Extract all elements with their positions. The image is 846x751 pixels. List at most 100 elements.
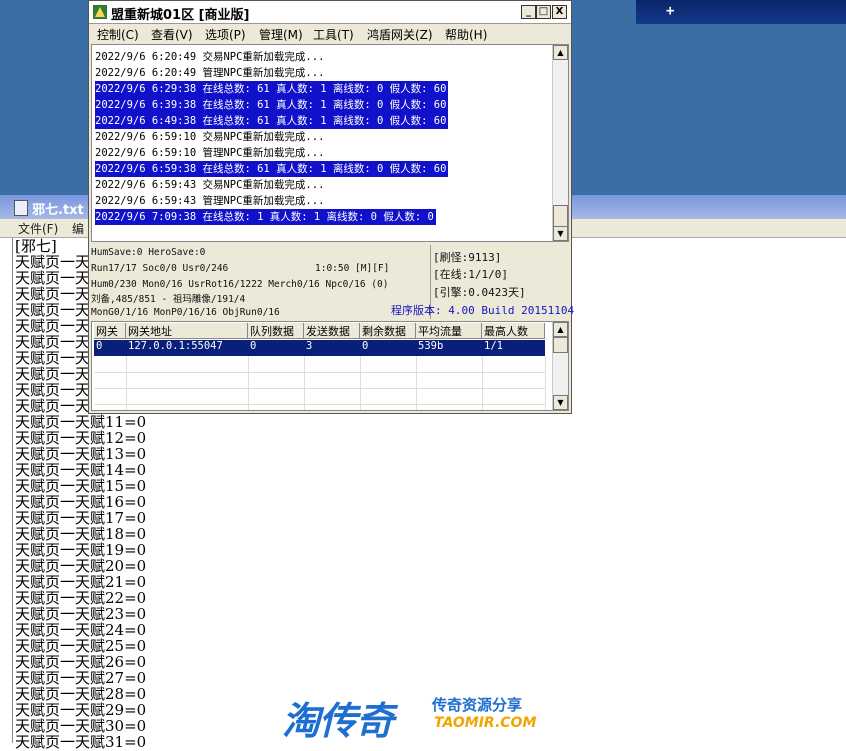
notepad-line: 天赋页一天赋15=0: [15, 477, 147, 495]
stat-save: HumSave:0 HeroSave:0: [91, 247, 206, 258]
notepad-line: 天赋页一天赋27=0: [15, 669, 147, 687]
notepad-line: 天赋页一天赋11=0: [15, 413, 147, 431]
watermark-url: TAOMIR.COM: [434, 715, 537, 731]
cell-remaining[interactable]: 0: [360, 340, 368, 356]
notepad-line: 天赋页一天: [15, 349, 91, 367]
stat-player: 刘备,485/851 - 祖玛雕像/191/4: [91, 294, 246, 305]
program-version: 程序版本: 4.00 Build 20151104: [391, 304, 575, 317]
log-line: 2022/9/6 6:59:38 在线总数: 61 真人数: 1 离线数: 0 …: [95, 161, 449, 177]
app-logo-icon: [93, 5, 107, 19]
scroll-thumb[interactable]: [553, 205, 568, 227]
notepad-line: 天赋页一天赋29=0: [15, 701, 147, 719]
taskbar-strip[interactable]: +: [636, 0, 846, 24]
notepad-line: 天赋页一天赋28=0: [15, 685, 147, 703]
notepad-line: 天赋页一天: [15, 381, 91, 399]
stat-mon: MonG0/1/16 MonP0/16/16 ObjRun0/16: [91, 307, 280, 318]
notepad-line: 天赋页一天赋12=0: [15, 429, 147, 447]
col-remaining[interactable]: 剩余数据: [360, 323, 416, 339]
col-gateway[interactable]: 网关: [94, 323, 126, 339]
menu-tools[interactable]: 工具(T): [313, 26, 354, 43]
col-sent[interactable]: 发送数据: [304, 323, 360, 339]
gateway-table[interactable]: 网关 网关地址 队列数据 发送数据 剩余数据 平均流量 最高人数 0 127.0…: [91, 321, 569, 411]
taskbar-plus-icon[interactable]: +: [666, 3, 674, 19]
stat-run: Run17/17 Soc0/0 Usr0/246: [91, 263, 229, 274]
menu-view[interactable]: 查看(V): [151, 26, 193, 43]
notepad-line: 天赋页一天: [15, 397, 91, 415]
log-panel[interactable]: 2022/9/6 6:20:49 交易NPC重新加载完成... 2022/9/6 …: [91, 44, 569, 242]
window-titlebar[interactable]: 盟重新城01区 [商业版] _ □ X: [89, 1, 571, 24]
col-address[interactable]: 网关地址: [126, 323, 248, 339]
notepad-line: 天赋页一天: [15, 301, 91, 319]
notepad-icon: [14, 200, 28, 216]
notepad-line: 天赋页一天: [15, 253, 91, 271]
cell-gateway[interactable]: 0: [94, 340, 102, 356]
notepad-title: 邪七.txt: [32, 203, 84, 218]
notepad-line: 天赋页一天: [15, 333, 91, 351]
server-window: 盟重新城01区 [商业版] _ □ X 控制(C) 查看(V) 选项(P) 管理…: [88, 0, 575, 414]
window-title: 盟重新城01区 [商业版]: [111, 8, 250, 23]
notepad-line: 天赋页一天: [15, 317, 91, 335]
log-line: 2022/9/6 6:49:38 在线总数: 61 真人数: 1 离线数: 0 …: [95, 113, 449, 129]
minimize-button[interactable]: _: [521, 5, 536, 19]
scroll-down-icon[interactable]: ▼: [553, 226, 568, 241]
log-line: 2022/9/6 6:59:43 管理NPC重新加载完成...: [95, 195, 325, 207]
notepad-line: 天赋页一天赋25=0: [15, 637, 147, 655]
grid-line: [94, 404, 545, 405]
notepad-line: 天赋页一天赋23=0: [15, 605, 147, 623]
notepad-line: 天赋页一天赋13=0: [15, 445, 147, 463]
scroll-up-icon[interactable]: ▲: [553, 45, 568, 60]
notepad-line: 天赋页一天赋26=0: [15, 653, 147, 671]
notepad-line: 天赋页一天赋14=0: [15, 461, 147, 479]
watermark: 淘传奇 传奇资源分享 TAOMIR.COM: [282, 690, 572, 743]
notepad-line: 天赋页一天赋31=0: [15, 733, 147, 751]
log-line: 2022/9/6 6:29:38 在线总数: 61 真人数: 1 离线数: 0 …: [95, 81, 449, 97]
log-line: 2022/9/6 6:39:38 在线总数: 61 真人数: 1 离线数: 0 …: [95, 97, 449, 113]
notepad-line: 天赋页一天赋24=0: [15, 621, 147, 639]
scroll-thumb[interactable]: [553, 337, 568, 353]
desktop-background: [0, 0, 88, 195]
grid-line: [94, 372, 545, 373]
notepad-line: 天赋页一天: [15, 269, 91, 287]
col-avg-traffic[interactable]: 平均流量: [416, 323, 482, 339]
notepad-line: 天赋页一天赋18=0: [15, 525, 147, 543]
cell-queue[interactable]: 0: [248, 340, 256, 356]
col-queue[interactable]: 队列数据: [248, 323, 304, 339]
notepad-menu-edit[interactable]: 编: [72, 220, 84, 237]
cell-sent[interactable]: 3: [304, 340, 312, 356]
menubar: 控制(C) 查看(V) 选项(P) 管理(M) 工具(T) 鸿盾网关(Z) 帮助…: [89, 23, 571, 43]
menu-help[interactable]: 帮助(H): [445, 26, 487, 43]
menu-gateway[interactable]: 鸿盾网关(Z): [367, 26, 433, 43]
grid-line: [545, 356, 546, 410]
log-scrollbar[interactable]: ▲ ▼: [552, 45, 568, 241]
log-line: 2022/9/6 6:20:49 交易NPC重新加载完成...: [95, 51, 325, 63]
desktop-background-right: [572, 0, 846, 205]
notepad-line: [邪七]: [15, 237, 57, 255]
stat-online: [在线:1/1/0]: [433, 268, 508, 281]
menu-options[interactable]: 选项(P): [205, 26, 246, 43]
log-line: 2022/9/6 6:59:43 交易NPC重新加载完成...: [95, 179, 325, 191]
log-line: 2022/9/6 6:59:10 管理NPC重新加载完成...: [95, 147, 325, 159]
close-button[interactable]: X: [552, 5, 567, 19]
grid-line: [248, 356, 249, 410]
stat-uptime: 1:0:50 [M][F]: [315, 263, 390, 274]
menu-manage[interactable]: 管理(M): [259, 26, 303, 43]
menu-control[interactable]: 控制(C): [97, 26, 139, 43]
grid-line: [416, 356, 417, 410]
notepad-menu-file[interactable]: 文件(F): [18, 220, 58, 237]
watermark-tagline: 传奇资源分享: [432, 696, 523, 714]
cell-avg-traffic[interactable]: 539b: [416, 340, 443, 356]
grid-line: [360, 356, 361, 410]
table-scrollbar[interactable]: ▲ ▼: [552, 322, 568, 410]
cell-max-users[interactable]: 1/1: [482, 340, 503, 356]
scroll-down-icon[interactable]: ▼: [553, 395, 568, 410]
notepad-line: 天赋页一天: [15, 365, 91, 383]
notepad-line: 天赋页一天赋30=0: [15, 717, 147, 735]
stat-hum: Hum0/230 Mon0/16 UsrRot16/1222 Merch0/16…: [91, 279, 389, 290]
maximize-button[interactable]: □: [536, 5, 551, 19]
scroll-up-icon[interactable]: ▲: [553, 322, 568, 337]
notepad-line: 天赋页一天赋20=0: [15, 557, 147, 575]
col-max-users[interactable]: 最高人数: [482, 323, 545, 339]
log-line: 2022/9/6 6:59:10 交易NPC重新加载完成...: [95, 131, 325, 143]
cell-address[interactable]: 127.0.0.1:55047: [126, 340, 223, 356]
grid-line: [94, 388, 545, 389]
